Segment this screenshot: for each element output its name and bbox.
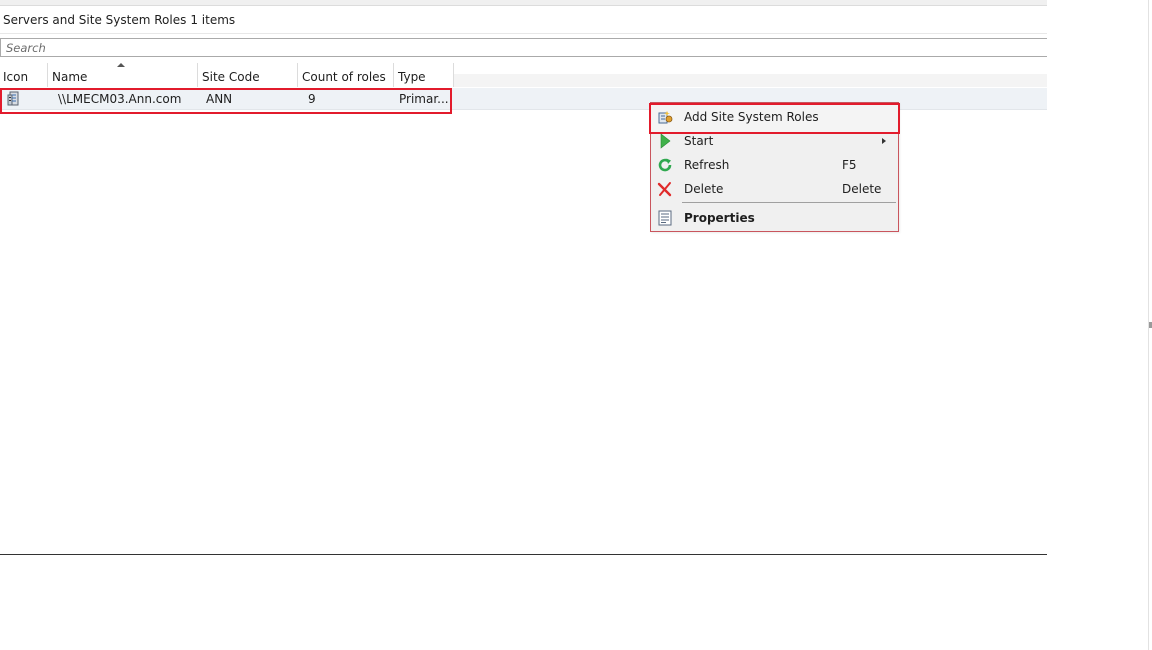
cell-type: Primar... [399,91,449,106]
column-header-filler [454,63,1047,87]
column-header-site-code[interactable]: Site Code [198,63,298,87]
search-box[interactable] [0,38,1047,57]
cell-count-of-roles: 9 [308,91,316,106]
column-header-name[interactable]: Name [48,63,198,87]
column-header-count-of-roles[interactable]: Count of roles [298,63,394,87]
menu-item-label: Start [684,134,714,148]
sort-ascending-icon [117,63,125,67]
menu-item-start[interactable]: Start [651,129,898,153]
menu-item-refresh[interactable]: Refresh F5 [651,153,898,177]
pane-title-text: Servers and Site System Roles [3,12,187,27]
menu-item-shortcut: F5 [842,158,857,172]
column-header-name-label: Name [52,70,88,84]
menu-item-label: Delete [684,182,724,196]
menu-item-label: Add Site System Roles [684,110,819,124]
menu-item-delete[interactable]: Delete Delete [651,177,898,201]
menu-separator [682,202,896,203]
column-header-count-of-roles-label: Count of roles [302,70,386,84]
menu-item-label: Properties [684,211,755,225]
submenu-arrow-icon [882,138,886,144]
play-icon [657,133,673,149]
menu-item-label: Refresh [684,158,730,172]
menu-item-add-site-system-roles[interactable]: Add Site System Roles [649,103,900,134]
add-site-system-roles-icon [657,109,673,125]
pane-title: Servers and Site System Roles 1 items [0,6,1047,34]
column-header-type-label: Type [398,70,426,84]
column-header-icon[interactable]: Icon [0,63,48,87]
cell-site-code: ANN [206,91,233,106]
menu-item-shortcut: Delete [842,182,882,196]
context-menu: Add Site System Roles Start Refresh F5 D… [649,102,900,232]
pane-divider [0,554,1047,555]
column-header-type[interactable]: Type [394,63,454,87]
column-header-icon-label: Icon [3,70,29,84]
cell-name: \\LMECM03.Ann.com [58,91,182,106]
refresh-icon [657,157,673,173]
delete-icon [657,181,673,197]
column-header-site-code-label: Site Code [202,70,260,84]
search-input[interactable] [1,39,1047,56]
column-header-row: Icon Name Site Code Count of roles Type [0,63,1047,87]
server-icon [0,91,48,106]
item-count: 1 items [190,12,236,27]
menu-item-properties[interactable]: Properties [651,206,898,230]
properties-icon [657,210,673,226]
